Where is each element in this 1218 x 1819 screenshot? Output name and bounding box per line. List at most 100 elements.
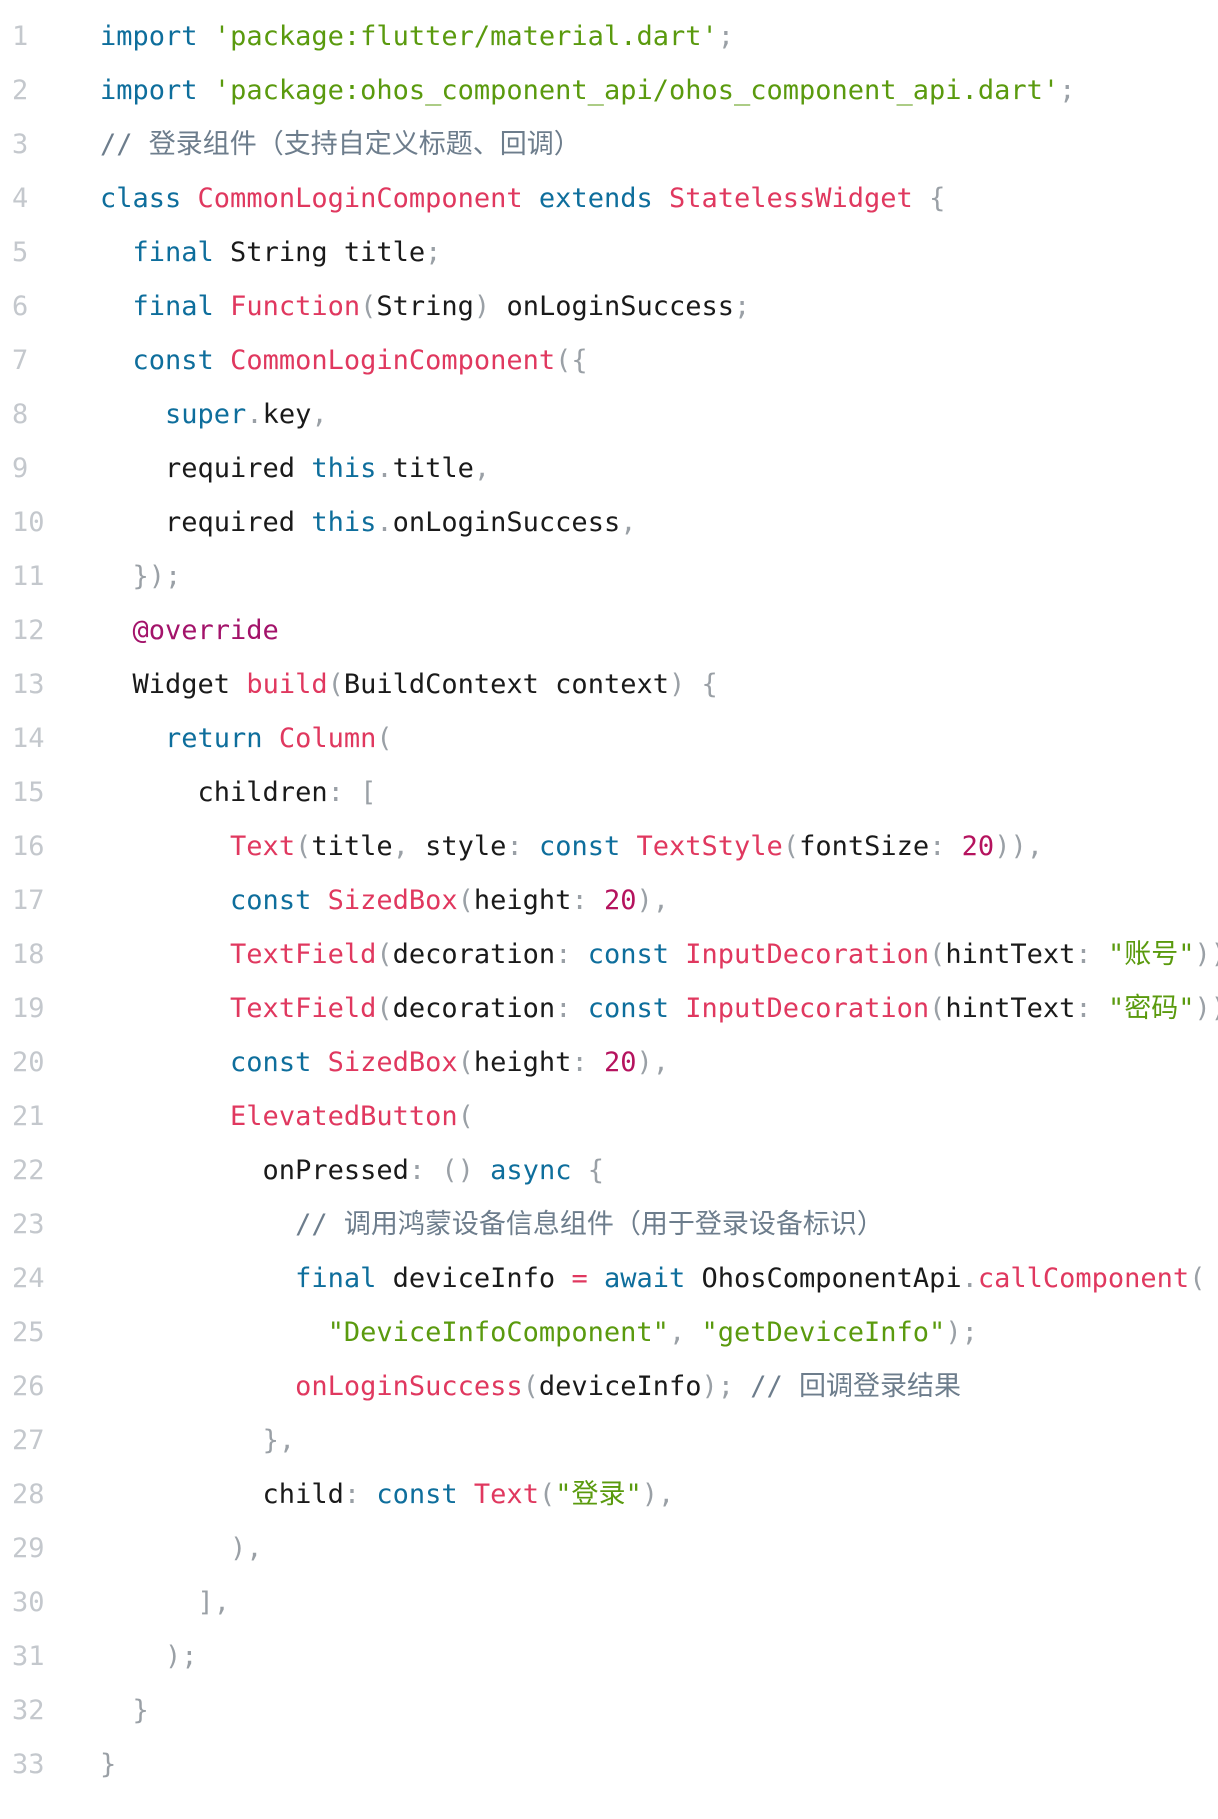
code-token: :	[571, 885, 588, 916]
code-token: ),	[230, 1533, 263, 1564]
code-line[interactable]: }	[100, 1684, 149, 1738]
code-token: InputDecoration	[685, 939, 930, 970]
code-line[interactable]: );	[100, 1630, 198, 1684]
code-line[interactable]: required this.title,	[100, 442, 490, 496]
code-line[interactable]: });	[100, 550, 182, 604]
code-token: (	[457, 1047, 474, 1078]
code-token: )),	[1194, 993, 1218, 1024]
code-line[interactable]: onPressed: () async {	[100, 1144, 604, 1198]
code-token: [	[360, 777, 377, 808]
code-line[interactable]: child: const Text("登录"),	[100, 1468, 675, 1522]
code-line[interactable]: ),	[100, 1522, 263, 1576]
code-token: final	[132, 291, 214, 322]
code-token: (	[1189, 1263, 1206, 1294]
line-number: 2	[12, 75, 29, 106]
code-line[interactable]: ],	[100, 1576, 231, 1630]
code-token: (	[457, 1101, 474, 1132]
code-line[interactable]: }	[100, 1738, 116, 1792]
code-token: :	[571, 1047, 588, 1078]
code-line[interactable]: class CommonLoginComponent extends State…	[100, 172, 945, 226]
code-token: .	[376, 507, 393, 538]
code-token: onLoginSuccess	[490, 291, 735, 322]
code-token: extends	[538, 183, 653, 214]
code-token: "密码"	[1107, 993, 1195, 1024]
code-token: );	[165, 1641, 198, 1672]
code-line[interactable]: const CommonLoginComponent({	[100, 334, 588, 388]
code-line[interactable]: },	[100, 1414, 296, 1468]
code-token: (	[376, 723, 393, 754]
line-number: 26	[12, 1371, 45, 1402]
code-line[interactable]: TextField(decoration: const InputDecorat…	[100, 982, 1218, 1036]
code-token: deviceInfo	[538, 1371, 702, 1402]
code-token: TextStyle	[636, 831, 783, 862]
code-line[interactable]: // 登录组件（支持自定义标题、回调）	[100, 118, 581, 172]
code-line[interactable]: final deviceInfo = await OhosComponentAp…	[100, 1252, 1205, 1306]
code-token: ,	[668, 1317, 686, 1348]
code-token: onLoginSuccess	[392, 507, 621, 538]
code-line[interactable]: onLoginSuccess(deviceInfo); // 回调登录结果	[100, 1360, 961, 1414]
code-line[interactable]: const SizedBox(height: 20),	[100, 874, 669, 928]
code-line[interactable]: TextField(decoration: const InputDecorat…	[100, 928, 1218, 982]
code-token: (	[327, 669, 344, 700]
code-token: )	[668, 669, 686, 700]
code-line[interactable]: return Column(	[100, 712, 393, 766]
code-line[interactable]: // 调用鸿蒙设备信息组件（用于登录设备标识）	[100, 1198, 884, 1252]
code-token: );	[945, 1317, 978, 1348]
line-number: 28	[12, 1479, 45, 1510]
code-line[interactable]: Text(title, style: const TextStyle(fontS…	[100, 820, 1043, 874]
code-line[interactable]: Widget build(BuildContext context) {	[100, 658, 718, 712]
line-number: 19	[12, 993, 45, 1024]
code-token: =	[571, 1263, 588, 1294]
line-number: 1	[12, 21, 29, 52]
code-line[interactable]: children: [	[100, 766, 377, 820]
code-line[interactable]: final String title;	[100, 226, 442, 280]
code-line[interactable]: super.key,	[100, 388, 328, 442]
code-line[interactable]: import 'package:ohos_component_api/ohos_…	[100, 64, 1075, 118]
code-line[interactable]: required this.onLoginSuccess,	[100, 496, 636, 550]
code-token: return	[165, 723, 263, 754]
code-token: OhosComponentApi	[685, 1263, 962, 1294]
code-token: "登录"	[555, 1479, 642, 1510]
code-line[interactable]: @override	[100, 604, 279, 658]
code-token: ),	[636, 885, 670, 916]
code-token: @override	[132, 615, 279, 646]
code-line[interactable]: import 'package:flutter/material.dart';	[100, 10, 734, 64]
code-editor[interactable]: 1 2 3 4 5 6 7 8 9 10 11 12 13 14 15 16 17 18 19 20 21 22 23 24 2…	[0, 0, 1218, 1819]
code-line[interactable]: "DeviceInfoComponent", "getDeviceInfo");	[100, 1306, 978, 1360]
line-number: 11	[12, 561, 45, 592]
code-token: String	[376, 291, 474, 322]
code-token: decoration	[392, 993, 556, 1024]
code-token: key	[262, 399, 312, 430]
code-line[interactable]: final Function(String) onLoginSuccess;	[100, 280, 751, 334]
line-number: 4	[12, 183, 29, 214]
code-token: Function	[230, 291, 361, 322]
code-line[interactable]: ElevatedButton(	[100, 1090, 474, 1144]
code-token: :	[1075, 993, 1092, 1024]
code-line[interactable]: const SizedBox(height: 20),	[100, 1036, 669, 1090]
line-number: 9	[12, 453, 29, 484]
line-number: 7	[12, 345, 29, 376]
code-token: async	[490, 1155, 572, 1186]
code-token: .	[961, 1263, 978, 1294]
